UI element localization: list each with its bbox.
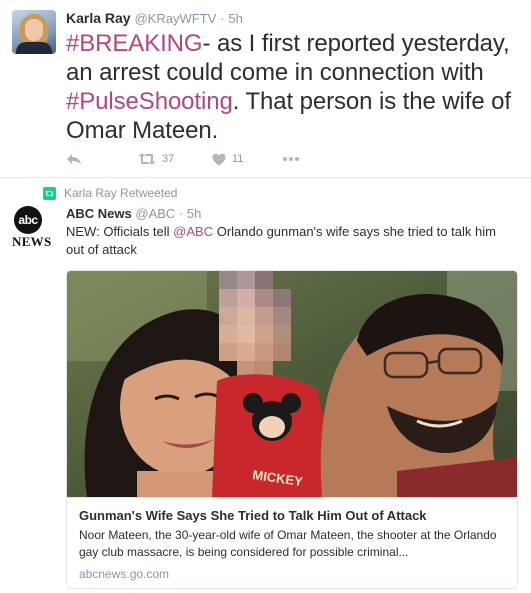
retweet-button[interactable]: 37 [138,150,174,168]
author-name[interactable]: ABC News [66,206,132,221]
tweet-time[interactable]: 5h [187,206,201,221]
card-description: Noor Mateen, the 30-year-old wife of Oma… [79,528,497,559]
mention-abc[interactable]: @ABC [173,224,213,239]
retweet-count: 37 [162,153,175,165]
card-body[interactable]: Gunman's Wife Says She Tried to Talk Him… [67,497,517,588]
like-button[interactable]: 11 [212,150,243,168]
abc-news-wordmark: NEWS [12,234,52,249]
heart-icon [212,153,226,165]
card-photo-image: MICKEY [67,271,517,497]
more-button[interactable] [282,150,300,168]
retweet-context-label: Karla Ray Retweeted [64,186,178,200]
reply-button[interactable] [66,150,82,168]
tweet-header: ABC News @ABC · 5h [66,206,201,222]
retweet-context[interactable]: Karla Ray Retweeted [43,185,177,201]
retweet-context-icon [43,186,56,200]
card-photo[interactable]: MICKEY [67,271,517,497]
reply-icon [67,154,81,165]
more-dots-icon [283,157,299,161]
like-count: 11 [232,153,244,165]
hashtag-pulseshooting[interactable]: #PulseShooting [66,88,233,115]
card-title[interactable]: Gunman's Wife Says She Tried to Talk Him… [79,508,507,524]
retweet-icon [138,153,156,165]
abc-logo-circle: abc [14,206,42,234]
separator-dot: · [220,11,225,26]
author-handle[interactable]: @KRayWFTV [134,11,216,26]
avatar-face [25,19,43,41]
avatar-shirt [16,42,52,54]
avatar[interactable] [12,10,56,54]
author-name[interactable]: Karla Ray [66,10,131,26]
separator-dot: · [178,206,184,221]
hashtag-breaking[interactable]: #BREAKING [66,30,203,57]
author-handle[interactable]: @ABC [135,206,175,221]
card-domain[interactable]: abcnews.go.com [79,566,507,582]
tweet-header: Karla Ray @KRayWFTV · 5h [66,10,243,27]
tweet-karla-ray[interactable]: Karla Ray @KRayWFTV · 5h #BREAKING- as I… [0,0,531,178]
abc-news-avatar[interactable]: abc NEWS [12,206,51,249]
tweet-text: NEW: Officials tell @ABC Orlando gunman'… [66,223,516,259]
tweet-text: #BREAKING- as I first reported yesterday… [66,29,526,145]
tweet-time[interactable]: 5h [228,11,242,26]
tweet-text-part1: NEW: Officials tell [66,224,174,239]
tweet-actions: 37 11 [66,150,366,168]
link-card[interactable]: MICKEY Gunman's Wife Says She Tried to T… [66,270,518,589]
